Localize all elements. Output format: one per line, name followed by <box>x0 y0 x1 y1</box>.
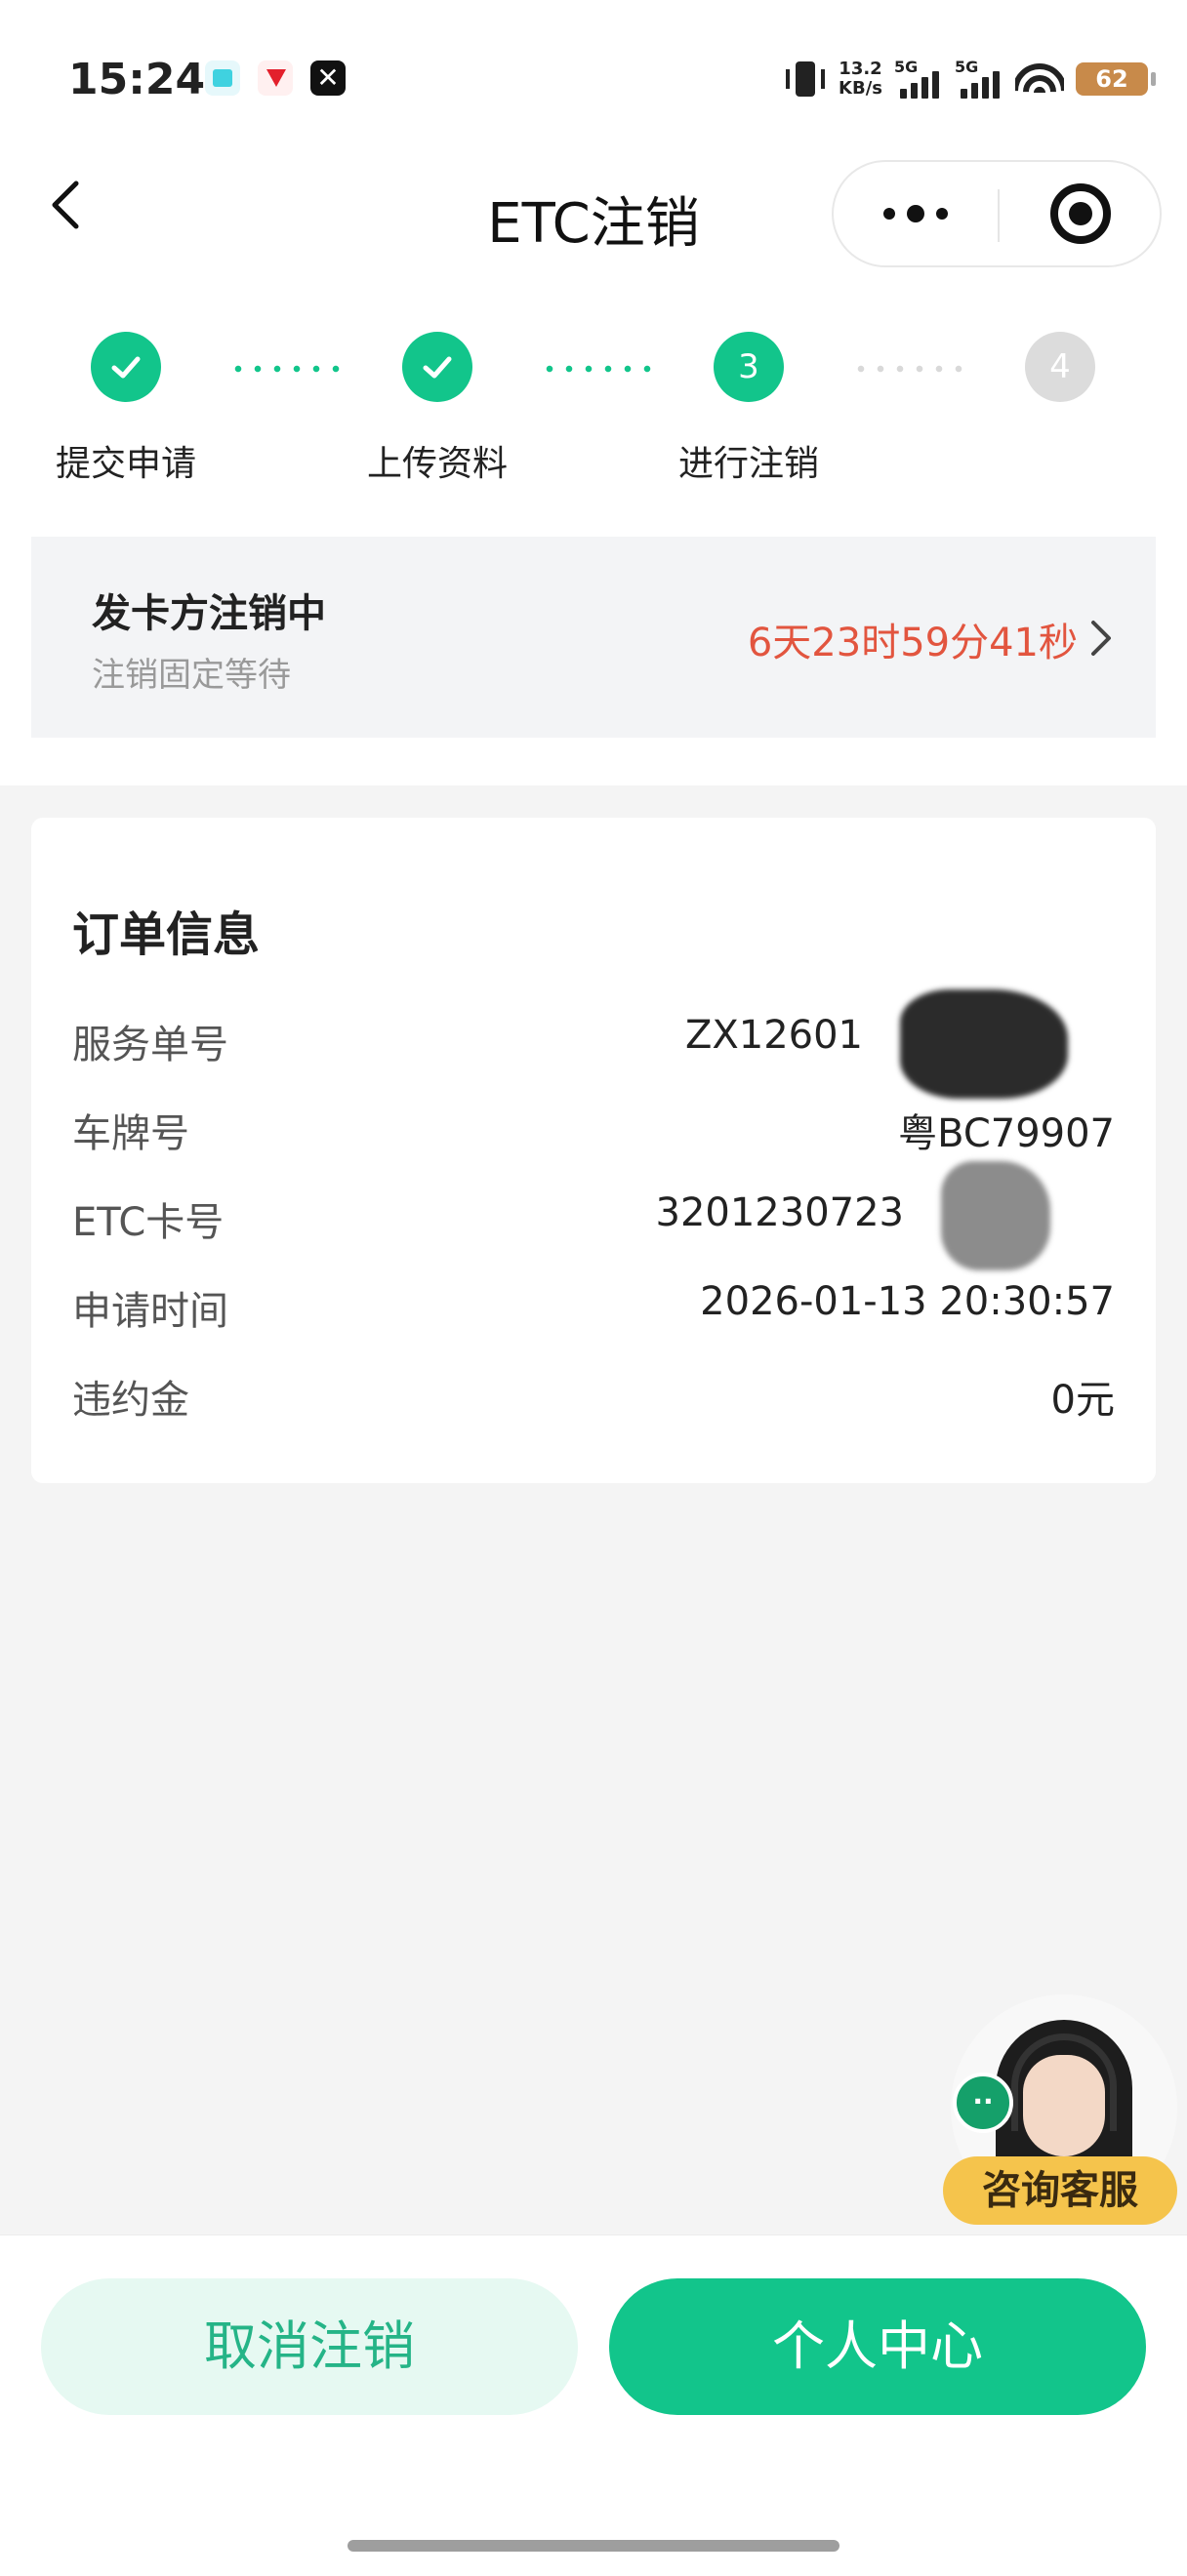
order-title: 订单信息 <box>72 907 261 962</box>
countdown-timer: 6天23时59分41秒 <box>747 621 1078 665</box>
row-value: 粤BC79907 <box>898 1111 1115 1156</box>
step-connector <box>540 365 657 373</box>
customer-service-label: 咨询客服 <box>943 2156 1177 2225</box>
wifi-icon <box>1015 60 1064 99</box>
close-button[interactable] <box>1000 162 1162 265</box>
order-row-service-no: 服务单号 ZX12601 <box>72 989 1115 1099</box>
more-button[interactable] <box>834 162 998 265</box>
mini-program-capsule <box>832 160 1162 267</box>
row-value: ZX12601 <box>684 1013 863 1058</box>
vibrate-icon <box>784 60 827 99</box>
chat-icon: ·· <box>953 2073 1013 2133</box>
step-connector <box>851 365 968 373</box>
row-key: 服务单号 <box>72 1023 228 1067</box>
status-bar: 15:24 ✕ 13.2 KB/s 5G 5G 62 <box>0 0 1187 137</box>
app-notification-icon <box>258 60 293 96</box>
row-key: 违约金 <box>72 1378 189 1423</box>
redaction-mark <box>900 989 1068 1099</box>
step-label: 提交申请 <box>55 444 196 484</box>
row-value: 2026-01-13 20:30:57 <box>700 1279 1115 1324</box>
step-label: 上传资料 <box>366 444 508 484</box>
status-icons: 13.2 KB/s 5G 5G 62 <box>784 55 1156 103</box>
row-value: 3201230723 <box>655 1190 905 1235</box>
order-row-apply-time: 申请时间 2026-01-13 20:30:57 <box>72 1279 1115 1338</box>
redaction-mark <box>941 1161 1050 1270</box>
status-title: 发卡方注销中 <box>92 591 326 636</box>
step-3: 3 进行注销 <box>651 322 846 486</box>
signal-icon: 5G <box>955 58 1003 101</box>
step-1: 提交申请 <box>28 322 224 486</box>
step-number: 4 <box>1025 332 1095 402</box>
customer-service-button[interactable]: ·· 咨询客服 <box>943 1994 1177 2238</box>
app-notification-icon: ✕ <box>310 60 346 96</box>
battery-icon: 62 <box>1076 62 1156 96</box>
personal-center-button[interactable]: 个人中心 <box>609 2278 1146 2415</box>
step-2: 上传资料 <box>340 322 535 486</box>
app-notification-icon <box>205 60 240 96</box>
status-subtitle: 注销固定等待 <box>92 656 291 695</box>
signal-icon: 5G <box>894 58 943 101</box>
row-key: 申请时间 <box>72 1289 228 1334</box>
chevron-right-icon <box>1085 617 1115 660</box>
order-info-card: 订单信息 服务单号 ZX12601 车牌号 粤BC79907 ETC卡号 320… <box>31 818 1156 1483</box>
home-indicator[interactable] <box>348 2540 839 2552</box>
cancel-deregistration-button[interactable]: 取消注销 <box>41 2278 578 2415</box>
step-connector <box>228 365 346 373</box>
step-label: 进行注销 <box>677 444 819 484</box>
status-card[interactable]: 发卡方注销中 注销固定等待 6天23时59分41秒 <box>31 537 1156 738</box>
row-value: 0元 <box>1050 1378 1115 1423</box>
bottom-action-bar: 取消注销 个人中心 <box>0 2234 1187 2576</box>
nav-bar: ETC注销 <box>0 146 1187 283</box>
network-speed: 13.2 KB/s <box>839 59 882 99</box>
order-row-etc-card: ETC卡号 3201230723 <box>72 1161 1115 1270</box>
headset-icon <box>1011 2033 1117 2131</box>
step-number: 3 <box>714 332 784 402</box>
check-icon <box>402 332 472 402</box>
row-key: 车牌号 <box>72 1111 189 1156</box>
check-icon <box>91 332 161 402</box>
more-dots-icon <box>883 208 895 220</box>
status-time: 15:24 <box>68 55 206 104</box>
step-4: 4 <box>962 322 1158 435</box>
progress-steps: 提交申请 上传资料 3 进行注销 4 <box>0 322 1187 488</box>
order-row-plate: 车牌号 粤BC79907 <box>72 1102 1115 1160</box>
row-key: ETC卡号 <box>72 1200 225 1245</box>
order-row-penalty: 违约金 0元 <box>72 1368 1115 1427</box>
